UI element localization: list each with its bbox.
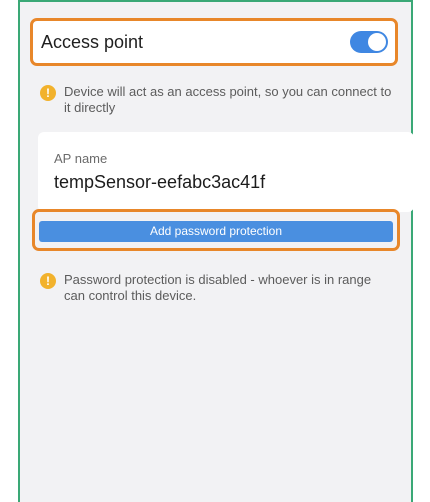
access-point-row[interactable]: Access point	[30, 18, 398, 66]
access-point-title: Access point	[41, 32, 144, 52]
settings-panel: Access point ! Device will act as an acc…	[18, 0, 414, 502]
ap-name-card[interactable]: AP name tempSensor-eefabc3ac41f	[38, 132, 414, 212]
warning-info-icon: !	[40, 85, 56, 101]
password-warning-text: Password protection is disabled - whoeve…	[64, 272, 372, 303]
access-point-toggle[interactable]	[350, 31, 388, 53]
password-button-highlight: Add password protection	[32, 209, 400, 251]
ap-name-label: AP name	[54, 151, 108, 166]
ap-name-value[interactable]: tempSensor-eefabc3ac41f	[54, 172, 265, 193]
add-password-button[interactable]: Add password protection	[39, 221, 393, 242]
toggle-knob	[368, 33, 386, 51]
warning-info-icon: !	[40, 273, 56, 289]
access-point-info-text: Device will act as an access point, so y…	[64, 84, 392, 115]
